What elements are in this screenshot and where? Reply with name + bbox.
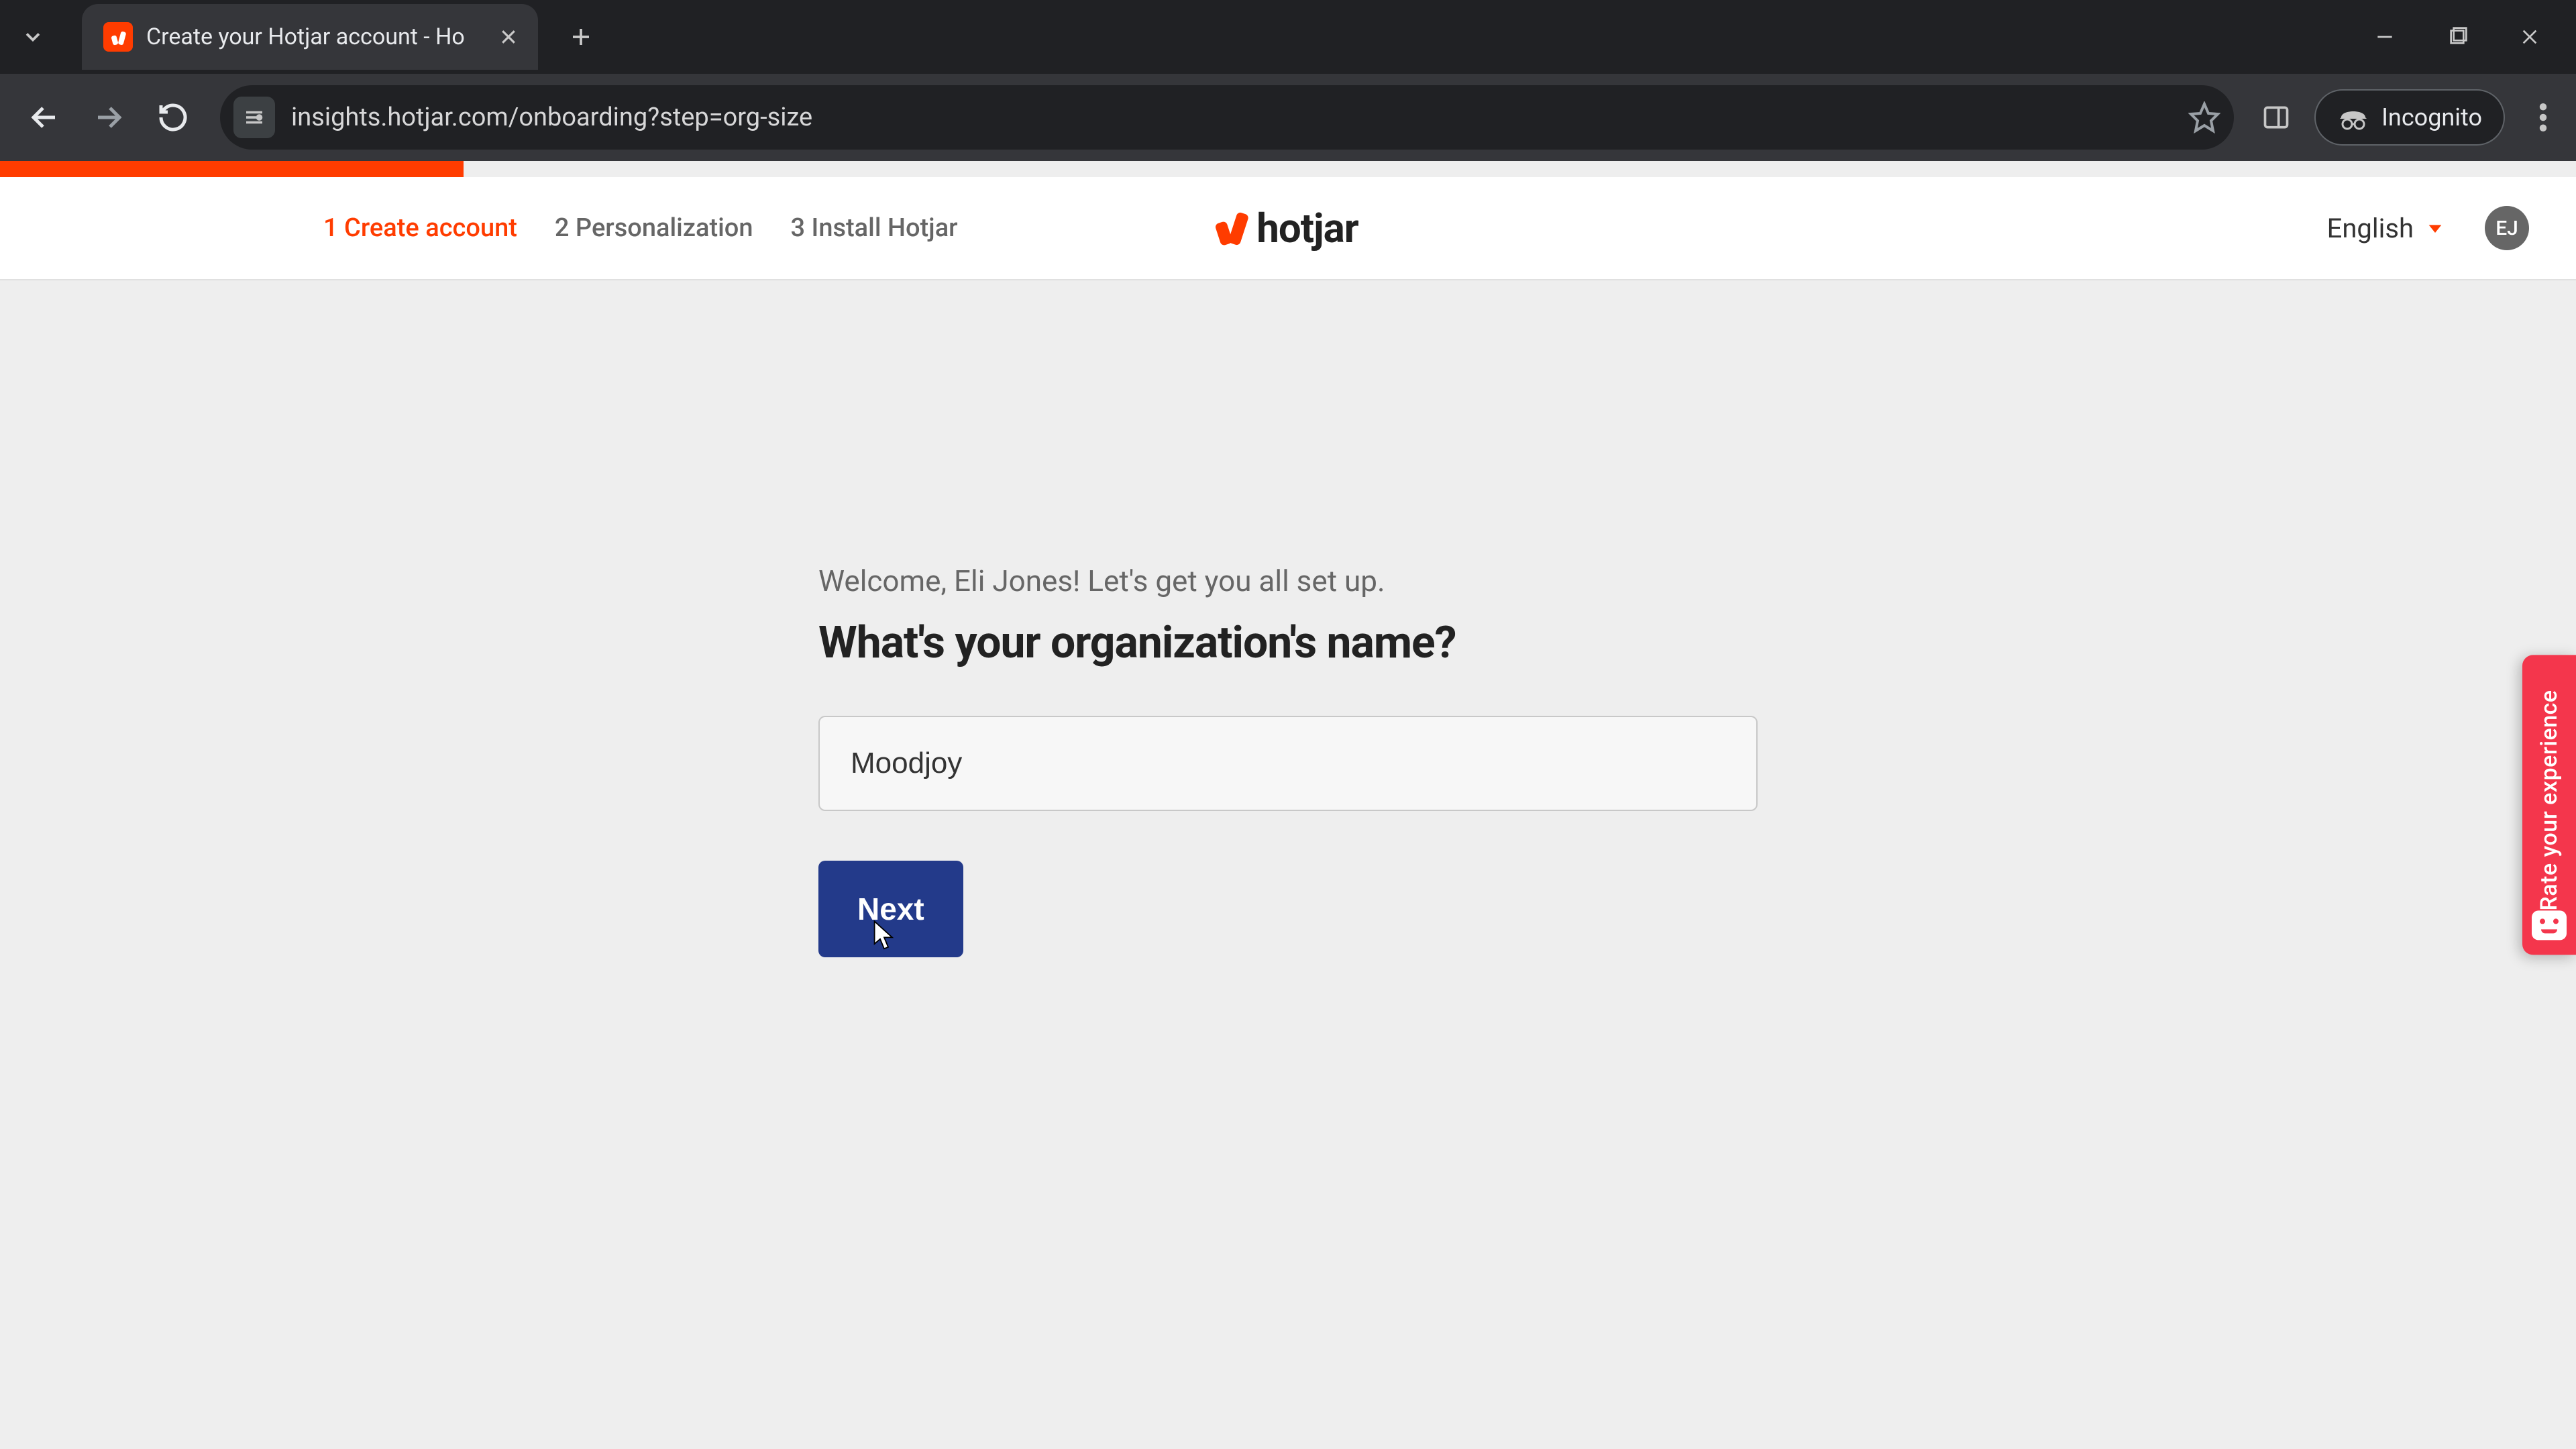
back-button[interactable] bbox=[15, 88, 74, 147]
forward-button[interactable] bbox=[79, 88, 138, 147]
close-tab-button[interactable] bbox=[495, 23, 522, 50]
browser-menu-button[interactable] bbox=[2525, 99, 2561, 136]
user-avatar[interactable]: EJ bbox=[2485, 206, 2529, 250]
brand-wordmark: hotjar bbox=[1256, 205, 1358, 252]
browser-tab[interactable]: Create your Hotjar account - Ho bbox=[82, 4, 538, 70]
onboarding-progress bbox=[0, 161, 2576, 177]
feedback-label: Rate your experience bbox=[2536, 675, 2563, 910]
tab-strip: Create your Hotjar account - Ho bbox=[0, 0, 2576, 74]
maximize-button[interactable] bbox=[2442, 21, 2473, 52]
incognito-indicator[interactable]: Incognito bbox=[2314, 89, 2505, 146]
smiley-icon bbox=[2532, 911, 2567, 941]
browser-toolbar: insights.hotjar.com/onboarding?step=org-… bbox=[0, 74, 2576, 161]
onboarding-form: Welcome, Eli Jones! Let's get you all se… bbox=[818, 564, 1758, 957]
onboarding-progress-fill bbox=[0, 161, 464, 177]
tabs-dropdown-button[interactable] bbox=[0, 4, 66, 70]
step-install-hotjar[interactable]: 3 Install Hotjar bbox=[791, 213, 958, 243]
incognito-label: Incognito bbox=[2381, 103, 2482, 131]
language-selector[interactable]: English bbox=[2327, 213, 2445, 244]
browser-chrome: Create your Hotjar account - Ho bbox=[0, 0, 2576, 161]
feedback-tab[interactable]: Rate your experience bbox=[2522, 655, 2576, 955]
side-panel-icon[interactable] bbox=[2258, 99, 2294, 136]
tab-favicon-icon bbox=[103, 22, 133, 52]
step-personalization[interactable]: 2 Personalization bbox=[555, 213, 753, 243]
address-bar[interactable]: insights.hotjar.com/onboarding?step=org-… bbox=[220, 85, 2234, 150]
brand-logo[interactable]: hotjar bbox=[1218, 205, 1358, 252]
chevron-down-icon bbox=[2426, 219, 2445, 237]
question-heading: What's your organization's name? bbox=[818, 617, 1758, 669]
reload-button[interactable] bbox=[144, 88, 203, 147]
language-label: English bbox=[2327, 213, 2414, 244]
toolbar-right: Incognito bbox=[2251, 89, 2561, 146]
minimize-button[interactable] bbox=[2369, 21, 2400, 52]
url-text: insights.hotjar.com/onboarding?step=org-… bbox=[291, 103, 2167, 132]
app-header: 1 Create account 2 Personalization 3 Ins… bbox=[0, 177, 2576, 280]
incognito-icon bbox=[2337, 104, 2369, 131]
welcome-text: Welcome, Eli Jones! Let's get you all se… bbox=[818, 564, 1758, 598]
hotjar-mark-icon bbox=[1218, 211, 1244, 245]
page-body: 1 Create account 2 Personalization 3 Ins… bbox=[0, 161, 2576, 1449]
site-settings-icon[interactable] bbox=[233, 97, 275, 138]
new-tab-button[interactable] bbox=[557, 13, 605, 61]
organization-name-input[interactable] bbox=[818, 716, 1758, 811]
cursor-icon bbox=[871, 920, 898, 952]
window-controls bbox=[2369, 21, 2576, 52]
onboarding-steps: 1 Create account 2 Personalization 3 Ins… bbox=[323, 213, 958, 243]
tab-title: Create your Hotjar account - Ho bbox=[146, 23, 482, 50]
bookmark-star-icon[interactable] bbox=[2183, 96, 2226, 139]
next-button[interactable]: Next bbox=[818, 861, 963, 957]
step-create-account[interactable]: 1 Create account bbox=[323, 213, 517, 243]
close-window-button[interactable] bbox=[2514, 21, 2545, 52]
